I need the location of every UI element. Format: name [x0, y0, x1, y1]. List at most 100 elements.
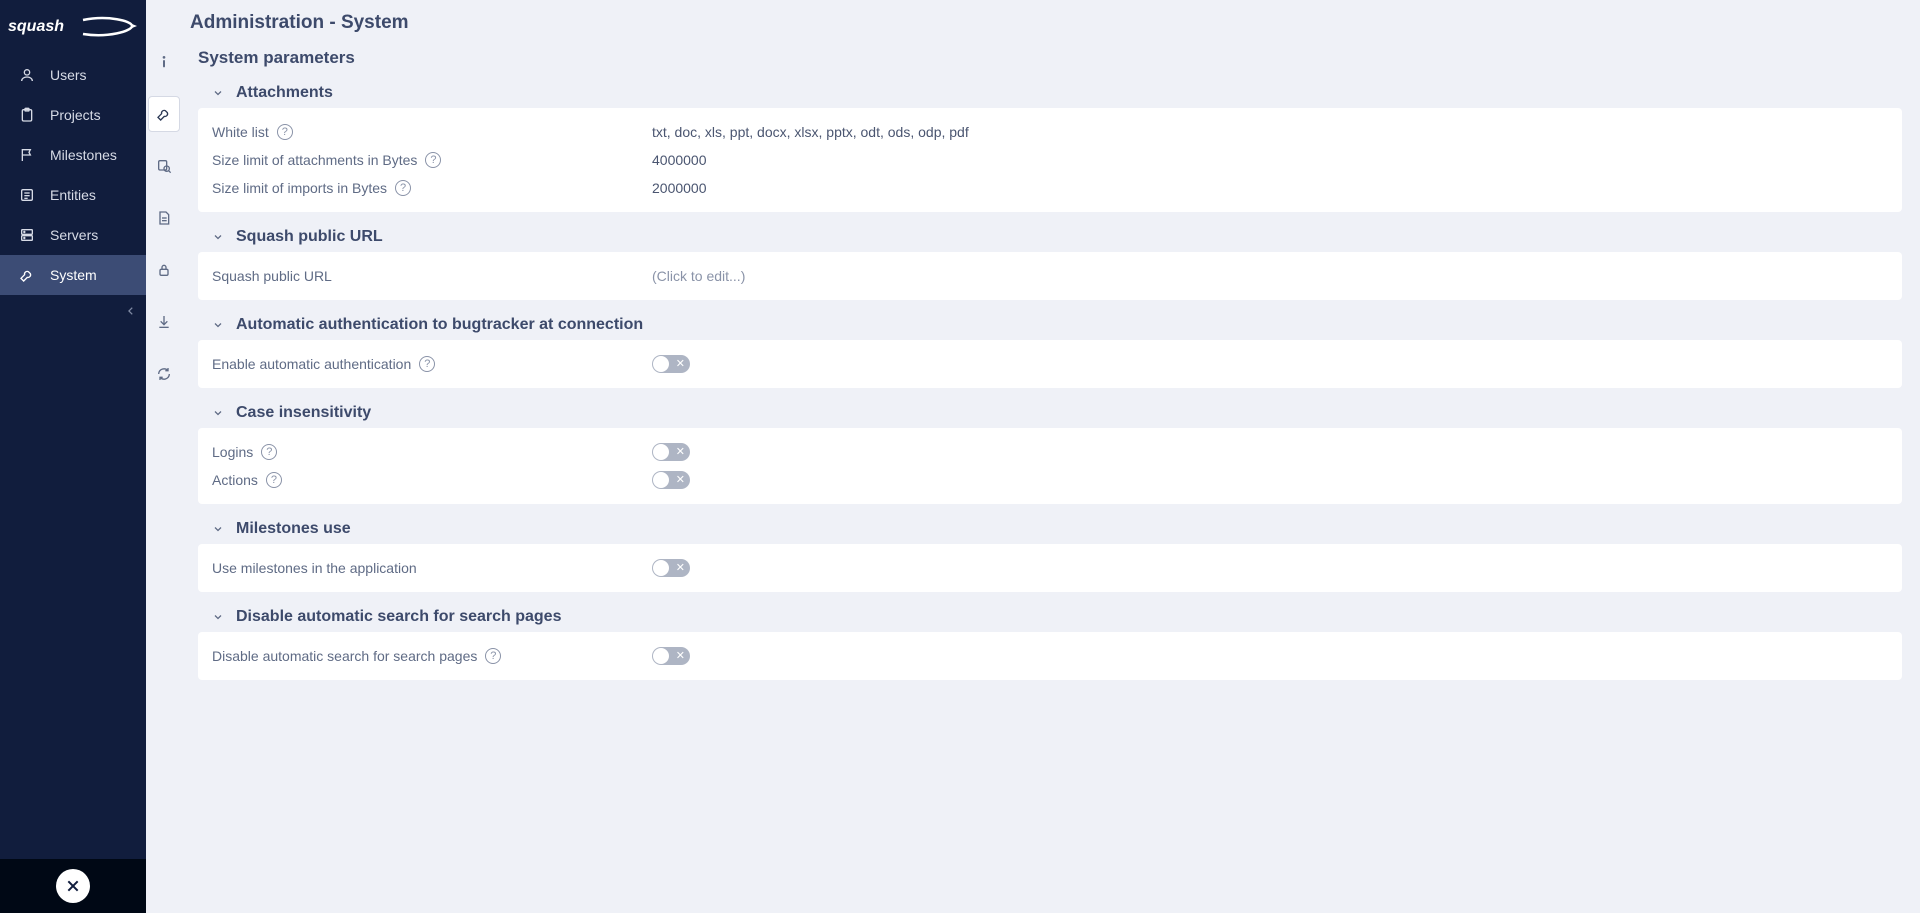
rail-settings-button[interactable]	[148, 96, 180, 132]
sidebar-item-projects[interactable]: Projects	[0, 95, 146, 135]
sidebar-item-milestones[interactable]: Milestones	[0, 135, 146, 175]
sidebar-item-system[interactable]: System	[0, 255, 146, 295]
wrench-icon	[18, 266, 36, 284]
icon-rail	[146, 0, 182, 913]
help-icon[interactable]: ?	[395, 180, 411, 196]
rail-document-button[interactable]	[148, 200, 180, 236]
chevron-down-icon	[212, 523, 224, 535]
inspect-icon	[156, 158, 172, 174]
info-icon	[156, 54, 172, 70]
clipboard-icon	[18, 106, 36, 124]
field-label: Disable automatic search for search page…	[212, 648, 477, 664]
section-toggle-milestones-use[interactable]: Milestones use	[212, 520, 1902, 538]
sidebar-bottom	[0, 859, 146, 913]
sync-icon	[156, 366, 172, 382]
section-heading: Case insensitivity	[236, 404, 371, 422]
help-icon[interactable]: ?	[277, 124, 293, 140]
sidebar-nav: Users Projects Milestones Entities Serve…	[0, 55, 146, 859]
page-title: Administration - System	[190, 12, 1902, 34]
user-icon	[18, 66, 36, 84]
row-disable-search: Disable automatic search for search page…	[212, 642, 1888, 670]
field-value-white-list[interactable]: txt, doc, xls, ppt, docx, xlsx, pptx, od…	[652, 124, 969, 140]
panel-disable-search: Disable automatic search for search page…	[198, 632, 1902, 680]
toggle-enable-auto-auth[interactable]: ✕	[652, 355, 690, 373]
sidebar-item-label: Users	[50, 67, 87, 83]
chevron-down-icon	[212, 87, 224, 99]
toggle-logins[interactable]: ✕	[652, 443, 690, 461]
rail-inspect-button[interactable]	[148, 148, 180, 184]
field-label: White list	[212, 124, 269, 140]
field-label: Logins	[212, 444, 253, 460]
server-icon	[18, 226, 36, 244]
rail-info-button[interactable]	[148, 44, 180, 80]
field-label: Enable automatic authentication	[212, 356, 411, 372]
section-toggle-attachments[interactable]: Attachments	[212, 84, 1902, 102]
toggle-disable-search[interactable]: ✕	[652, 647, 690, 665]
section-toggle-case-insensitivity[interactable]: Case insensitivity	[212, 404, 1902, 422]
squash-logo-icon: squash	[8, 16, 138, 40]
panel-milestones-use: Use milestones in the application ✕	[198, 544, 1902, 592]
list-icon	[18, 186, 36, 204]
help-icon[interactable]: ?	[419, 356, 435, 372]
sidebar-collapse-button[interactable]	[0, 295, 146, 327]
rail-sync-button[interactable]	[148, 356, 180, 392]
row-white-list: White list ? txt, doc, xls, ppt, docx, x…	[212, 118, 1888, 146]
panel-case-insensitivity: Logins ? ✕ Actions ? ✕	[198, 428, 1902, 504]
toggle-use-milestones[interactable]: ✕	[652, 559, 690, 577]
field-value-size-imports[interactable]: 2000000	[652, 180, 707, 196]
section-toggle-disable-search[interactable]: Disable automatic search for search page…	[212, 608, 1902, 626]
flag-icon	[18, 146, 36, 164]
close-button[interactable]	[56, 869, 90, 903]
section-heading: Milestones use	[236, 520, 351, 538]
sidebar-item-entities[interactable]: Entities	[0, 175, 146, 215]
chevron-left-icon	[126, 306, 136, 316]
row-actions: Actions ? ✕	[212, 466, 1888, 494]
chevron-down-icon	[212, 231, 224, 243]
field-label: Size limit of attachments in Bytes	[212, 152, 417, 168]
section-toggle-auto-auth[interactable]: Automatic authentication to bugtracker a…	[212, 316, 1902, 334]
field-label: Actions	[212, 472, 258, 488]
brand-logo: squash	[0, 0, 146, 55]
sidebar-item-label: Projects	[50, 107, 101, 123]
sidebar-item-label: System	[50, 267, 97, 283]
help-icon[interactable]: ?	[266, 472, 282, 488]
document-icon	[156, 210, 172, 226]
row-logins: Logins ? ✕	[212, 438, 1888, 466]
rail-download-button[interactable]	[148, 304, 180, 340]
sidebar-item-servers[interactable]: Servers	[0, 215, 146, 255]
help-icon[interactable]: ?	[261, 444, 277, 460]
download-icon	[156, 314, 172, 330]
section-toggle-public-url[interactable]: Squash public URL	[212, 228, 1902, 246]
page-subtitle: System parameters	[198, 48, 1902, 68]
field-value-size-attachments[interactable]: 4000000	[652, 152, 707, 168]
main-content: Administration - System System parameter…	[182, 0, 1920, 913]
field-label: Squash public URL	[212, 268, 332, 284]
chevron-down-icon	[212, 407, 224, 419]
field-value-public-url[interactable]: (Click to edit...)	[652, 268, 745, 284]
chevron-down-icon	[212, 319, 224, 331]
section-heading: Attachments	[236, 84, 333, 102]
row-size-attachments: Size limit of attachments in Bytes ? 400…	[212, 146, 1888, 174]
wrench-icon	[156, 106, 172, 122]
toggle-actions[interactable]: ✕	[652, 471, 690, 489]
section-heading: Disable automatic search for search page…	[236, 608, 561, 626]
row-enable-auto-auth: Enable automatic authentication ? ✕	[212, 350, 1888, 378]
close-icon	[65, 878, 81, 894]
sidebar-item-label: Entities	[50, 187, 96, 203]
field-label: Use milestones in the application	[212, 560, 417, 576]
help-icon[interactable]: ?	[485, 648, 501, 664]
panel-auto-auth: Enable automatic authentication ? ✕	[198, 340, 1902, 388]
help-icon[interactable]: ?	[425, 152, 441, 168]
rail-lock-button[interactable]	[148, 252, 180, 288]
sidebar-item-label: Servers	[50, 227, 98, 243]
panel-public-url: Squash public URL (Click to edit...)	[198, 252, 1902, 300]
row-use-milestones: Use milestones in the application ✕	[212, 554, 1888, 582]
field-label: Size limit of imports in Bytes	[212, 180, 387, 196]
sidebar: squash Users Projects Milestones	[0, 0, 146, 913]
row-size-imports: Size limit of imports in Bytes ? 2000000	[212, 174, 1888, 202]
row-public-url: Squash public URL (Click to edit...)	[212, 262, 1888, 290]
svg-text:squash: squash	[8, 18, 64, 35]
sidebar-item-users[interactable]: Users	[0, 55, 146, 95]
section-heading: Squash public URL	[236, 228, 383, 246]
panel-attachments: White list ? txt, doc, xls, ppt, docx, x…	[198, 108, 1902, 212]
